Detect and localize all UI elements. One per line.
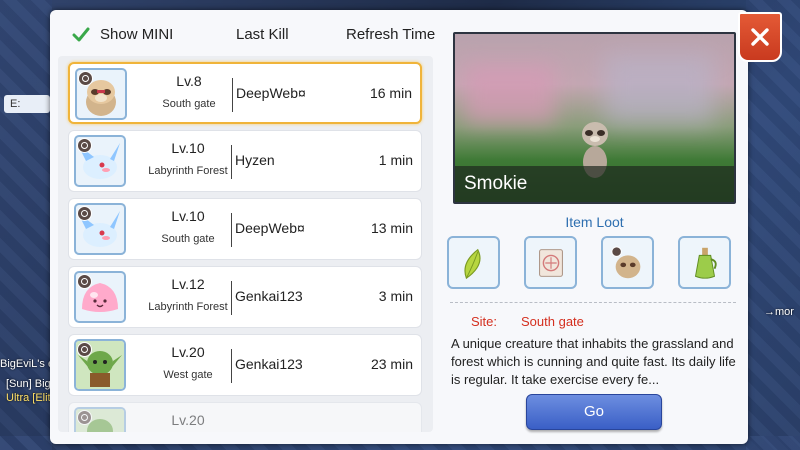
monster-name: Smokie bbox=[455, 166, 734, 202]
mini-badge-icon bbox=[77, 206, 92, 221]
last-kill-header: Last Kill bbox=[236, 26, 289, 43]
background-right-area bbox=[746, 0, 800, 450]
mini-badge-icon bbox=[78, 71, 93, 86]
show-mini-label[interactable]: Show MINI bbox=[100, 26, 173, 46]
column-divider bbox=[232, 78, 233, 112]
refresh-time: 1 min bbox=[378, 152, 413, 168]
monster-level: Lv.20 bbox=[171, 412, 205, 428]
refresh-time: 23 min bbox=[370, 356, 413, 372]
monster-portrait bbox=[75, 68, 127, 120]
mini-badge-icon bbox=[77, 138, 92, 153]
checkmark-icon bbox=[72, 27, 90, 42]
go-button[interactable]: Go bbox=[526, 394, 662, 430]
column-divider bbox=[231, 145, 232, 179]
last-kill-name: Hyzen bbox=[235, 152, 275, 168]
chat-line: BigEviL's e bbox=[0, 358, 55, 370]
chat-line: Ultra [Elit bbox=[6, 392, 51, 404]
monster-level: Lv.20 bbox=[171, 344, 205, 360]
list-item[interactable]: Lv.12 Labyrinth Forest Genkai123 3 min bbox=[68, 266, 422, 328]
scroll-icon bbox=[538, 248, 563, 277]
detail-divider bbox=[450, 302, 736, 303]
column-divider bbox=[231, 281, 232, 315]
list-item[interactable]: Lv.10 Labyrinth Forest Hyzen 1 min bbox=[68, 130, 422, 192]
monster-portrait bbox=[74, 271, 126, 323]
monster-portrait bbox=[74, 135, 126, 187]
last-kill-name: DeepWeb¤ bbox=[236, 85, 306, 101]
monster-level: Lv.10 bbox=[171, 208, 205, 224]
list-item[interactable]: Lv.20 bbox=[68, 402, 422, 432]
leaf-icon bbox=[463, 248, 481, 279]
mvp-tracker-panel: Show MINI Last Kill Refresh Time Lv.8 So… bbox=[50, 10, 782, 444]
preview-backdrop bbox=[465, 64, 555, 124]
monster-portrait bbox=[74, 407, 126, 432]
item-loot-title: Item Loot bbox=[565, 214, 624, 230]
potion-bottle-icon bbox=[694, 247, 717, 279]
mini-badge-icon bbox=[77, 274, 92, 289]
monster-map: Labyrinth Forest bbox=[148, 301, 228, 313]
chat-line: [Sun] Big bbox=[6, 378, 51, 390]
mini-badge-icon bbox=[77, 410, 92, 425]
site-label: Site: bbox=[471, 314, 498, 329]
last-kill-name: Genkai123 bbox=[235, 356, 303, 372]
preview-backdrop bbox=[604, 54, 714, 124]
list-item[interactable]: Lv.20 West gate Genkai123 23 min bbox=[68, 334, 422, 396]
refresh-time: 16 min bbox=[369, 85, 412, 101]
monster-map: South gate bbox=[162, 98, 216, 110]
refresh-time: 13 min bbox=[370, 220, 413, 236]
mini-badge-icon bbox=[77, 342, 92, 357]
column-divider bbox=[231, 213, 232, 247]
column-divider bbox=[231, 349, 232, 383]
background-chat-chip: E: bbox=[4, 95, 50, 113]
monster-portrait bbox=[74, 339, 126, 391]
loot-item[interactable] bbox=[601, 236, 654, 289]
list-item[interactable]: Lv.8 South gate DeepWeb¤ 16 min bbox=[68, 62, 422, 124]
chat-line: →mor bbox=[764, 306, 794, 318]
last-kill-name: Genkai123 bbox=[235, 288, 303, 304]
refresh-time: 3 min bbox=[378, 288, 413, 304]
smokie-card-icon bbox=[610, 245, 640, 278]
close-icon bbox=[751, 28, 769, 46]
monster-map: West gate bbox=[163, 369, 213, 381]
last-kill-name: DeepWeb¤ bbox=[235, 220, 305, 236]
refresh-time-header: Refresh Time bbox=[346, 26, 436, 43]
monster-preview: Smokie bbox=[453, 32, 736, 204]
monster-level: Lv.10 bbox=[171, 140, 205, 156]
list-item[interactable]: Lv.10 South gate DeepWeb¤ 13 min bbox=[68, 198, 422, 260]
monster-level: Lv.12 bbox=[171, 276, 205, 292]
site-value: South gate bbox=[521, 314, 584, 329]
mvp-list[interactable]: Lv.8 South gate DeepWeb¤ 16 min Lv.10 La… bbox=[58, 56, 433, 432]
loot-item[interactable] bbox=[678, 236, 731, 289]
loot-item[interactable] bbox=[524, 236, 577, 289]
monster-map: South gate bbox=[161, 233, 215, 245]
monster-description: A unique creature that inhabits the gras… bbox=[451, 336, 736, 387]
monster-portrait bbox=[74, 203, 126, 255]
monster-map: Labyrinth Forest bbox=[148, 165, 228, 177]
loot-item[interactable] bbox=[447, 236, 500, 289]
monster-level: Lv.8 bbox=[176, 73, 202, 89]
close-button[interactable] bbox=[738, 12, 782, 62]
show-mini-checkbox[interactable] bbox=[72, 26, 90, 44]
